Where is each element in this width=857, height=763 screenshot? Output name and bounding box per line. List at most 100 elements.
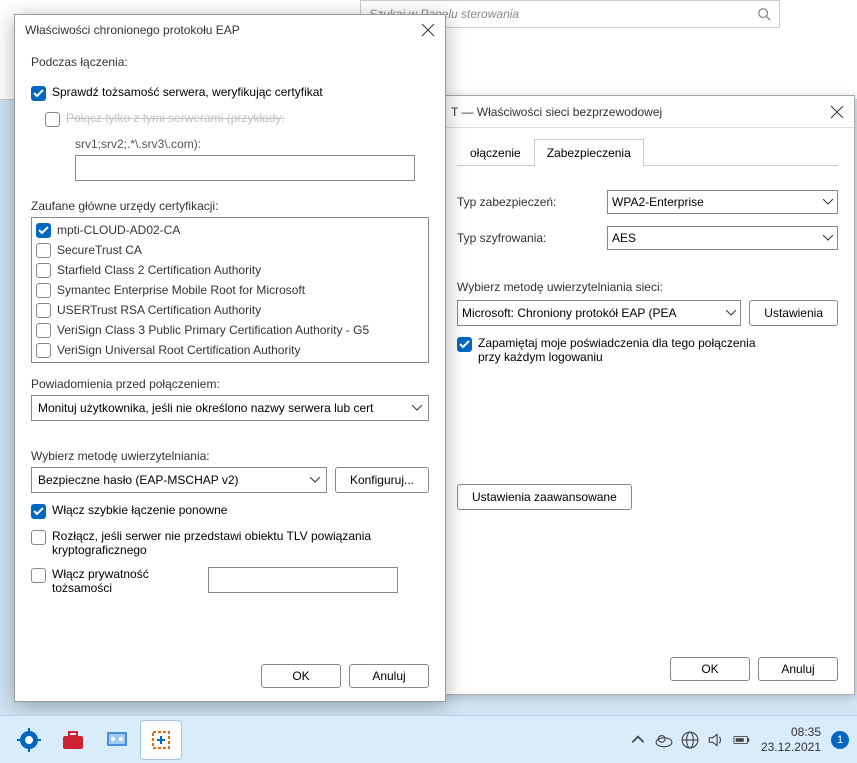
trusted-ca-checkbox[interactable] — [36, 303, 51, 318]
fast-reconnect-label: Włącz szybkie łączenie ponowne — [52, 503, 227, 517]
trusted-ca-label: VeriSign Class 3 Public Primary Certific… — [57, 323, 369, 337]
snipping-tool-icon — [149, 728, 173, 752]
settings-button[interactable]: Ustawienia — [749, 300, 838, 326]
check-icon — [459, 339, 470, 350]
connect-servers-checkbox[interactable] — [45, 112, 60, 127]
trusted-ca-checkbox[interactable] — [36, 323, 51, 338]
taskbar: 08:35 23.12.2021 1 — [0, 715, 857, 763]
taskbar-settings-icon[interactable] — [8, 720, 50, 760]
close-icon[interactable] — [421, 23, 435, 37]
auth-method-label: Wybierz metodę uwierzytelniania sieci: — [457, 280, 838, 294]
window-title: T — Właściwości sieci bezprzewodowej — [451, 105, 662, 119]
cancel-button[interactable]: Anuluj — [758, 657, 838, 681]
ok-button[interactable]: OK — [261, 664, 341, 688]
taskbar-control-panel-icon[interactable] — [96, 720, 138, 760]
chevron-down-icon — [726, 310, 736, 316]
disconnect-tlv-checkbox[interactable] — [31, 530, 46, 545]
time: 08:35 — [761, 725, 821, 739]
encryption-value: AES — [612, 231, 636, 245]
notify-select[interactable]: Monituj użytkownika, jeśli nie określono… — [31, 395, 429, 421]
trusted-ca-item[interactable]: USERTrust RSA Certification Authority — [36, 300, 424, 320]
auth-method-value: Microsoft: Chroniony protokół EAP (PEA — [462, 306, 677, 320]
servers-example-text: srv1;srv2;.*\.srv3\.com): — [75, 137, 429, 151]
network-icon[interactable] — [681, 731, 699, 749]
chevron-down-icon — [412, 405, 422, 411]
trusted-ca-item[interactable]: VeriSign Class 3 Public Primary Certific… — [36, 320, 424, 340]
eap-properties-window: Właściwości chronionego protokołu EAP Po… — [14, 14, 446, 702]
toolbox-icon — [61, 728, 85, 752]
trusted-ca-label: mpti-CLOUD-AD02-CA — [57, 223, 180, 237]
eap-body: Podczas łączenia: Sprawdź tożsamość serw… — [15, 45, 445, 651]
ok-button[interactable]: OK — [670, 657, 750, 681]
auth-method-select[interactable]: Microsoft: Chroniony protokół EAP (PEA — [457, 300, 741, 326]
trusted-ca-checkbox[interactable] — [36, 243, 51, 258]
taskbar-left — [8, 720, 182, 760]
remember-creds-checkbox[interactable] — [457, 337, 472, 352]
wireless-properties-window: T — Właściwości sieci bezprzewodowej ołą… — [440, 95, 855, 695]
security-type-row: Typ zabezpieczeń: WPA2-Enterprise — [457, 190, 838, 214]
chevron-down-icon — [310, 477, 320, 483]
advanced-wrap: Ustawienia zaawansowane — [457, 484, 838, 510]
volume-icon[interactable] — [707, 731, 725, 749]
gear-icon — [17, 728, 41, 752]
wireless-titlebar[interactable]: T — Właściwości sieci bezprzewodowej — [441, 96, 854, 128]
taskbar-right: 08:35 23.12.2021 1 — [629, 725, 849, 754]
auth-method-value: Bezpieczne hasło (EAP-MSCHAP v2) — [38, 473, 239, 487]
close-icon[interactable] — [830, 105, 844, 119]
connecting-heading: Podczas łączenia: — [31, 55, 429, 69]
auth-method-label: Wybierz metodę uwierzytelniania: — [31, 449, 429, 463]
encryption-row: Typ szyfrowania: AES — [457, 226, 838, 250]
verify-cert-label: Sprawdź tożsamość serwera, weryfikując c… — [52, 85, 323, 99]
chevron-down-icon — [823, 235, 833, 241]
verify-cert-row: Sprawdź tożsamość serwera, weryfikując c… — [31, 85, 429, 101]
clock[interactable]: 08:35 23.12.2021 — [761, 725, 821, 754]
encryption-select[interactable]: AES — [607, 226, 838, 250]
check-icon — [33, 88, 44, 99]
trusted-ca-item[interactable]: SecureTrust CA — [36, 240, 424, 260]
trusted-ca-item[interactable]: mpti-CLOUD-AD02-CA — [36, 220, 424, 240]
encryption-label: Typ szyfrowania: — [457, 231, 607, 245]
trusted-ca-label: VeriSign Universal Root Certification Au… — [57, 343, 300, 357]
trusted-ca-list[interactable]: mpti-CLOUD-AD02-CA SecureTrust CA Starfiel… — [31, 217, 429, 363]
battery-icon[interactable] — [733, 731, 751, 749]
eap-titlebar[interactable]: Właściwości chronionego protokołu EAP — [15, 15, 445, 45]
trusted-ca-item[interactable]: Starfield Class 2 Certification Authorit… — [36, 260, 424, 280]
trusted-ca-label: USERTrust RSA Certification Authority — [57, 303, 261, 317]
trusted-ca-label: Symantec Enterprise Mobile Root for Micr… — [57, 283, 305, 297]
identity-privacy-checkbox[interactable] — [31, 568, 46, 583]
tab-security[interactable]: Zabezpieczenia — [534, 139, 644, 166]
tray-icons — [629, 731, 751, 749]
tabs: ołączenie Zabezpieczenia — [457, 138, 838, 166]
identity-privacy-label: Włącz prywatność tożsamości — [52, 567, 172, 595]
trusted-ca-item[interactable]: VeriSign Universal Root Certification Au… — [36, 340, 424, 360]
cancel-button[interactable]: Anuluj — [349, 664, 429, 688]
notification-badge[interactable]: 1 — [831, 731, 849, 749]
security-type-value: WPA2-Enterprise — [612, 195, 704, 209]
trusted-ca-checkbox[interactable] — [36, 283, 51, 298]
identity-input[interactable] — [208, 567, 398, 593]
connect-servers-row: Połącz tylko z tymi serwerami (przykłady… — [45, 111, 429, 127]
configure-button[interactable]: Konfiguruj... — [335, 467, 429, 493]
trusted-ca-checkbox[interactable] — [36, 263, 51, 278]
date: 23.12.2021 — [761, 740, 821, 754]
chevron-up-icon[interactable] — [629, 731, 647, 749]
security-type-label: Typ zabezpieczeń: — [457, 195, 607, 209]
fast-reconnect-checkbox[interactable] — [31, 504, 46, 519]
trusted-ca-checkbox[interactable] — [36, 223, 51, 238]
auth-method-row: Bezpieczne hasło (EAP-MSCHAP v2) Konfigu… — [31, 467, 429, 493]
verify-cert-checkbox[interactable] — [31, 86, 46, 101]
taskbar-snipping-icon[interactable] — [140, 720, 182, 760]
wireless-body: ołączenie Zabezpieczenia Typ zabezpiecze… — [441, 128, 854, 644]
trusted-ca-label: Starfield Class 2 Certification Authorit… — [57, 263, 261, 277]
security-type-select[interactable]: WPA2-Enterprise — [607, 190, 838, 214]
advanced-settings-button[interactable]: Ustawienia zaawansowane — [457, 484, 632, 510]
window-title: Właściwości chronionego protokołu EAP — [25, 23, 240, 37]
servers-input[interactable] — [75, 155, 415, 181]
tab-connection[interactable]: ołączenie — [457, 139, 534, 166]
trusted-ca-checkbox[interactable] — [36, 343, 51, 358]
remember-creds-label: Zapamiętaj moje poświadczenia dla tego p… — [478, 336, 758, 364]
auth-method-select[interactable]: Bezpieczne hasło (EAP-MSCHAP v2) — [31, 467, 327, 493]
onedrive-icon[interactable] — [655, 731, 673, 749]
trusted-ca-item[interactable]: Symantec Enterprise Mobile Root for Micr… — [36, 280, 424, 300]
taskbar-toolbox-icon[interactable] — [52, 720, 94, 760]
